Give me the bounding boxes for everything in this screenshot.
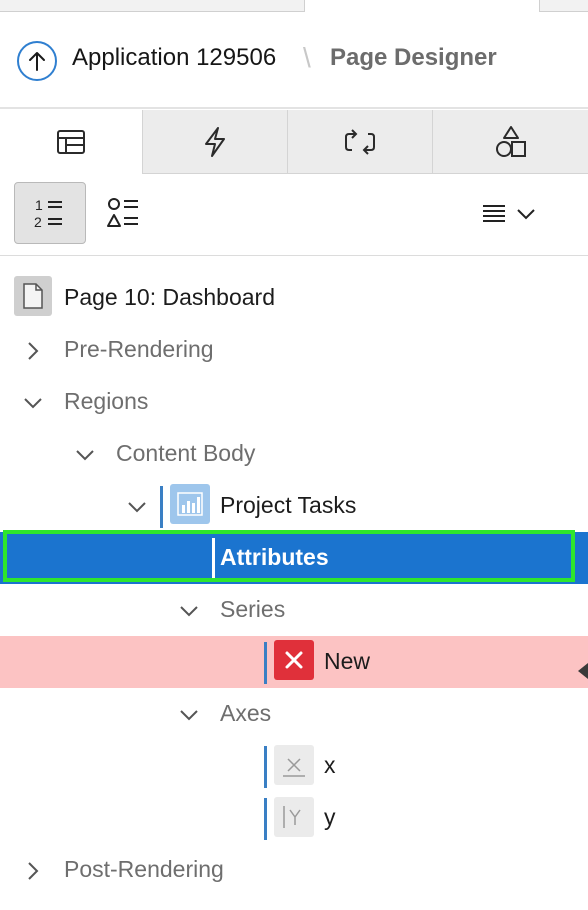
tab-rendering[interactable] (0, 110, 142, 174)
tree-node-post-rendering[interactable]: Post-Rendering (0, 844, 588, 896)
chevron-right-icon[interactable] (22, 340, 44, 362)
processing-icon (345, 128, 375, 155)
tree-indent-bar (264, 642, 267, 684)
error-icon (274, 640, 314, 680)
tree-toolbar: 1 2 (0, 174, 588, 256)
tree-node-page[interactable]: Page 10: Dashboard (0, 272, 588, 324)
top-tab-right[interactable] (539, 0, 588, 12)
tree-indent-bar (264, 798, 267, 840)
tree-menu-button[interactable] (476, 192, 542, 236)
tree-node-axis-x[interactable]: x (0, 740, 588, 792)
tree-label-project-tasks: Project Tasks (220, 492, 357, 518)
chevron-down-icon[interactable] (178, 704, 200, 726)
tree-node-project-tasks[interactable]: Project Tasks (0, 480, 588, 532)
tree-label-regions: Regions (64, 388, 149, 414)
chevron-down-icon[interactable] (126, 496, 148, 518)
dynamic-actions-icon (205, 126, 225, 157)
tree-node-series[interactable]: Series (0, 584, 588, 636)
y-axis-icon (274, 797, 314, 837)
tab-shared-components[interactable] (432, 110, 588, 174)
chart-region-icon (170, 484, 210, 524)
x-axis-icon (274, 745, 314, 785)
chevron-right-icon[interactable] (22, 860, 44, 882)
arrow-up-icon (29, 52, 45, 71)
tree-indent-bar (264, 746, 267, 788)
chevron-down-icon (517, 209, 535, 220)
chevron-down-icon[interactable] (178, 600, 200, 622)
tree-node-new-series[interactable]: New (0, 636, 588, 688)
rendering-tree-icon (57, 130, 85, 154)
tree-node-axes[interactable]: Axes (0, 688, 588, 740)
tree-label-post-rendering: Post-Rendering (64, 856, 224, 882)
tree-label-series: Series (220, 596, 286, 622)
designer-tab-bar (0, 110, 588, 174)
tree-node-pre-rendering[interactable]: Pre-Rendering (0, 324, 588, 376)
page-icon (14, 276, 52, 316)
application-title[interactable]: Application 129506 (72, 44, 276, 72)
page-designer-title: Page Designer (330, 44, 497, 71)
svg-text:1: 1 (35, 197, 43, 213)
up-arrow-button[interactable] (17, 41, 57, 81)
shared-components-icon (495, 125, 526, 157)
ordered-list-icon: 1 2 (34, 197, 62, 230)
component-view-button[interactable] (100, 182, 148, 244)
svg-text:2: 2 (34, 214, 42, 230)
tree-label-axes: Axes (220, 700, 272, 726)
chevron-down-icon[interactable] (22, 392, 44, 414)
tab-dynamic-actions[interactable] (142, 110, 287, 174)
tree-node-content-body[interactable]: Content Body (0, 428, 588, 480)
tree-label-content-body: Content Body (116, 440, 256, 466)
breadcrumb-separator: \ (303, 42, 311, 73)
splitter-handle-icon[interactable] (578, 663, 588, 679)
ordered-view-button[interactable]: 1 2 (14, 182, 86, 244)
tree-label-pre-rendering: Pre-Rendering (64, 336, 214, 362)
tree-label-new: New (324, 648, 371, 674)
tree-label-x: x (324, 752, 336, 778)
focus-outline (3, 530, 575, 582)
tree-node-regions[interactable]: Regions (0, 376, 588, 428)
component-list-icon (107, 198, 138, 227)
tree-label-page: Page 10: Dashboard (64, 284, 275, 310)
top-tab-middle[interactable] (305, 0, 539, 12)
chevron-down-icon[interactable] (74, 444, 96, 466)
top-tab-left[interactable] (0, 0, 305, 12)
top-tab-strip (0, 0, 588, 12)
tree-label-y: y (324, 804, 336, 830)
tab-processing[interactable] (287, 110, 432, 174)
tree-indent-bar (160, 486, 163, 528)
tree-node-axis-y[interactable]: y (0, 792, 588, 844)
menu-icon (483, 205, 505, 222)
page-header: Application 129506 \ Page Designer (0, 12, 588, 109)
